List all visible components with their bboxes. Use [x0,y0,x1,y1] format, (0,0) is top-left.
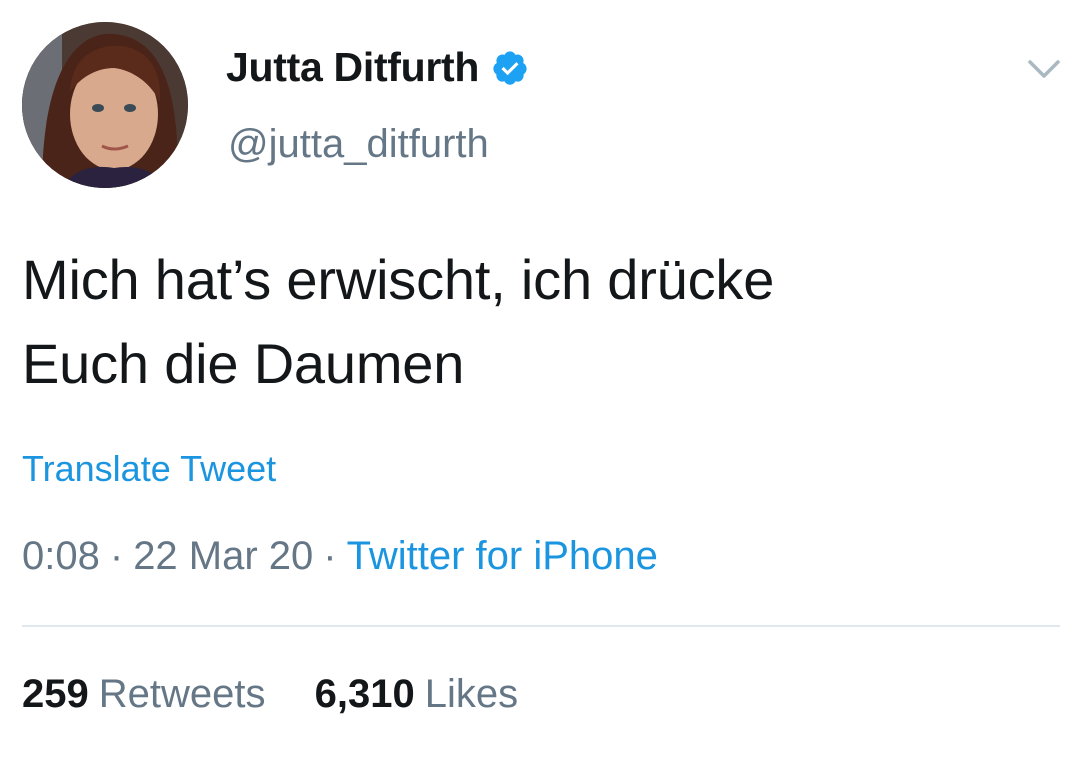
tweet-time[interactable]: 0:08 [22,534,100,578]
likes-count: 6,310 [314,672,415,716]
retweets-stat[interactable]: 259 Retweets [22,672,266,717]
tweet-text-line: Euch die Daumen [22,332,465,395]
avatar-photo [22,22,188,188]
author-display-name[interactable]: Jutta Ditfurth [226,44,479,91]
chevron-down-icon [1028,60,1060,78]
tweet-text: Mich hat’s erwischt, ich drücke Euch die… [22,238,1022,406]
tweet-text-line: Mich hat’s erwischt, ich drücke [22,248,775,311]
tweet-stats: 259 Retweets 6,310 Likes [22,672,518,717]
author-handle[interactable]: @jutta_ditfurth [228,122,489,167]
author-name-row: Jutta Ditfurth [226,44,529,91]
meta-separator: · [109,534,124,578]
retweets-label: Retweets [98,672,266,716]
tweet-metadata: 0:08 · 22 Mar 20 · Twitter for iPhone [22,534,658,579]
divider [22,625,1060,627]
translate-tweet-link[interactable]: Translate Tweet [22,448,276,490]
verified-badge-icon [491,49,529,87]
tweet-menu-button[interactable] [1024,52,1064,84]
likes-label: Likes [424,672,519,716]
likes-stat[interactable]: 6,310 Likes [315,672,519,717]
retweets-count: 259 [22,672,89,716]
tweet-card: Jutta Ditfurth @jutta_ditfurth Mich hat’… [0,0,1080,758]
author-avatar[interactable] [22,22,188,188]
meta-separator: · [323,534,337,578]
tweet-date[interactable]: 22 Mar 20 [133,534,313,578]
tweet-source-link[interactable]: Twitter for iPhone [347,534,658,578]
